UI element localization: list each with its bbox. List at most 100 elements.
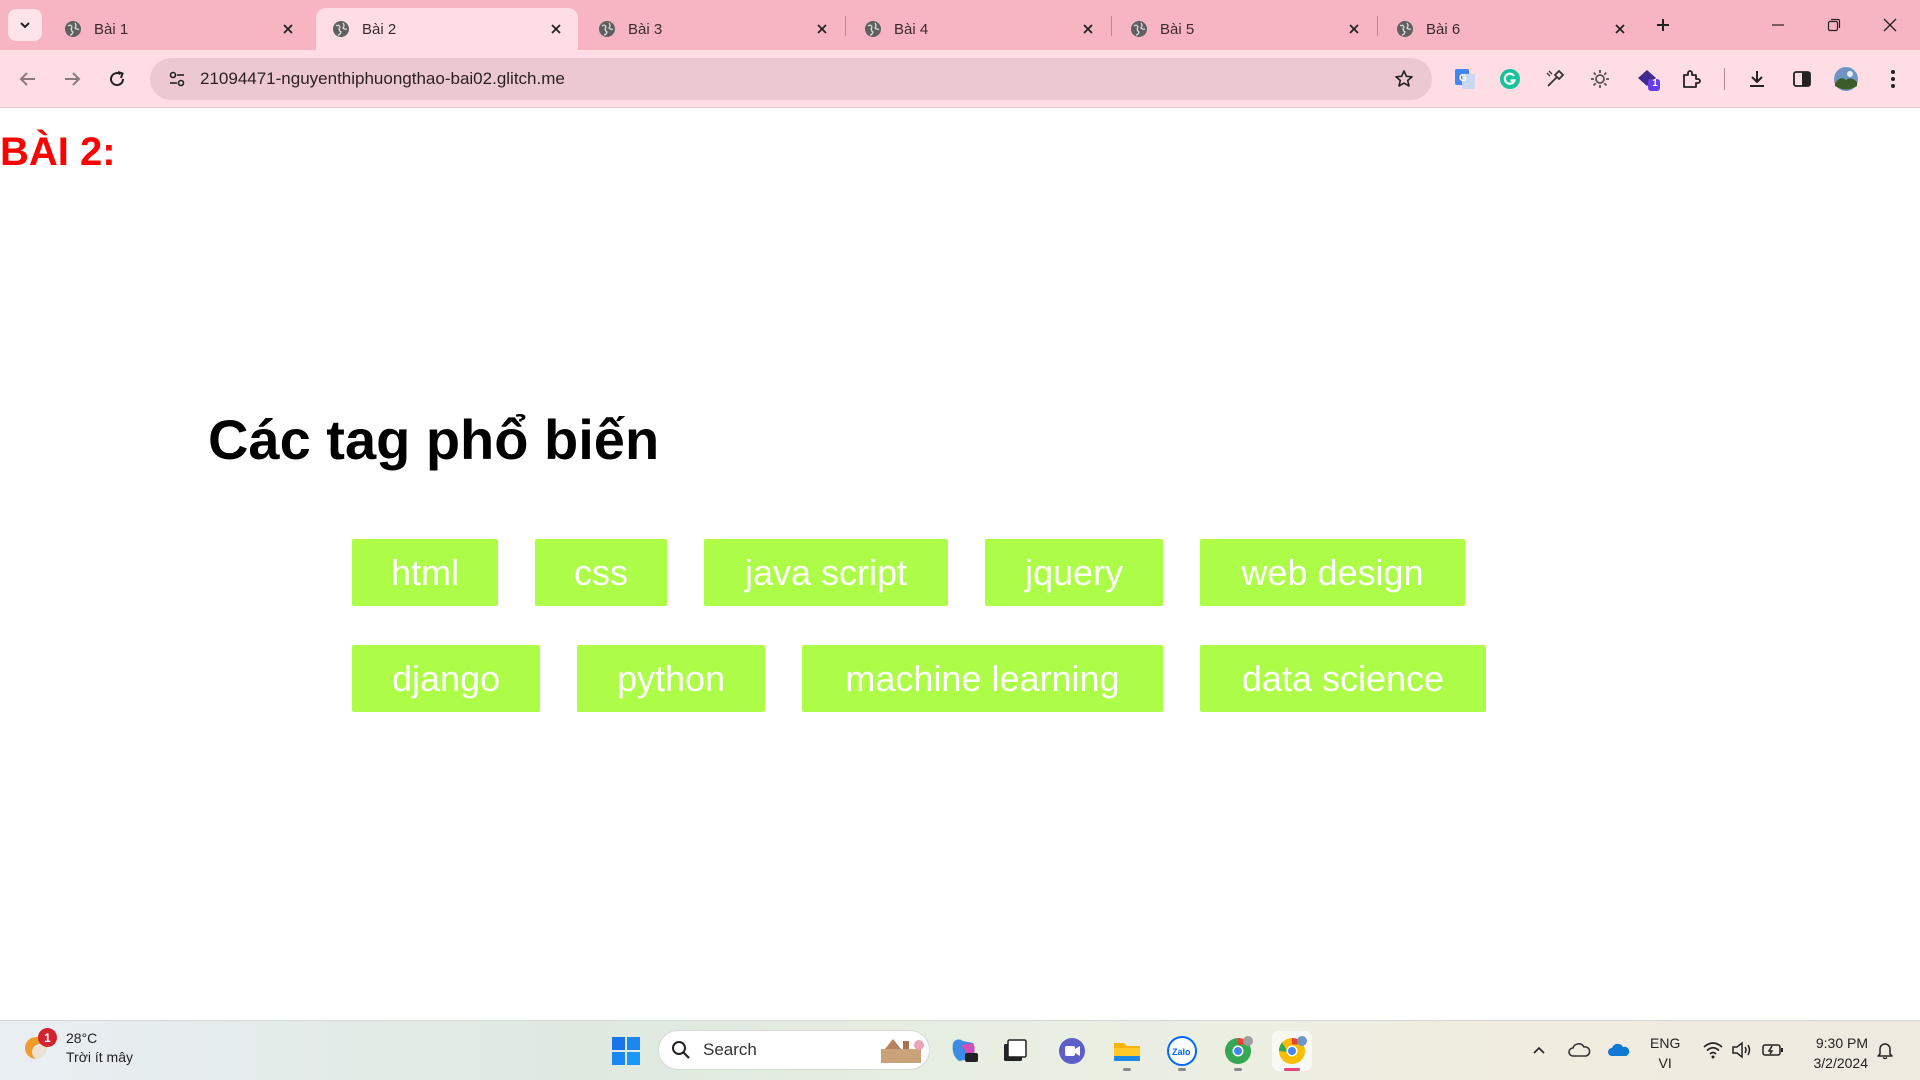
chrome-active-icon[interactable] (1272, 1031, 1312, 1071)
search-highlight-icon (881, 1039, 924, 1063)
copilot-icon[interactable] (943, 1031, 983, 1071)
site-info-icon[interactable] (156, 70, 198, 88)
grammarly-icon[interactable] (1497, 66, 1523, 92)
toolbar-separator (1724, 68, 1725, 90)
extension-gear-icon[interactable] (1587, 66, 1613, 92)
running-indicator (1234, 1068, 1242, 1071)
tab-search-button[interactable] (8, 9, 42, 41)
tab-bai-4[interactable]: Bài 4 (848, 8, 1110, 50)
tag-machine-learning[interactable]: machine learning (802, 645, 1163, 712)
close-tab-icon[interactable] (546, 19, 566, 39)
new-tab-button[interactable] (1650, 12, 1676, 38)
tag-python[interactable]: python (577, 645, 765, 712)
reload-icon (110, 71, 125, 87)
tag-jquery[interactable]: jquery (985, 539, 1163, 606)
notification-bell-icon[interactable] (1872, 1037, 1898, 1063)
forward-button[interactable] (57, 64, 87, 94)
running-indicator (1123, 1068, 1131, 1071)
globe-icon (65, 21, 81, 37)
tag-html[interactable]: html (352, 539, 498, 606)
clock-time: 9:30 PM (1815, 1035, 1868, 1051)
svg-text:Zalo: Zalo (1172, 1047, 1191, 1057)
profile-avatar[interactable] (1833, 66, 1859, 92)
globe-icon (1131, 21, 1147, 37)
globe-icon (1397, 21, 1413, 37)
arrow-left-icon (19, 72, 35, 86)
task-view-icon[interactable] (995, 1031, 1035, 1071)
reload-button[interactable] (102, 64, 132, 94)
search-placeholder: Search (703, 1040, 757, 1059)
restore-button[interactable] (1812, 8, 1856, 42)
tab-bai-5[interactable]: Bài 5 (1114, 8, 1376, 50)
language-bottom: VI (1658, 1055, 1672, 1071)
zalo-icon[interactable]: Zalo (1162, 1031, 1202, 1071)
language-indicator[interactable]: ENG VI (1650, 1033, 1680, 1073)
tab-bai-3[interactable]: Bài 3 (582, 8, 844, 50)
close-tab-icon[interactable] (278, 19, 298, 39)
tab-bai-2[interactable]: Bài 2 (316, 8, 578, 50)
search-icon (672, 1041, 690, 1059)
tab-title: Bài 4 (894, 20, 929, 38)
extension-badge-icon[interactable]: 1 (1635, 66, 1661, 92)
tab-bai-6[interactable]: Bài 6 (1380, 8, 1642, 50)
cloud-outline-icon[interactable] (1566, 1037, 1592, 1063)
weather-sun-icon: 1 (22, 1028, 57, 1065)
tag-data-science[interactable]: data science (1200, 645, 1486, 712)
tag-web-design[interactable]: web design (1200, 539, 1465, 606)
more-menu-icon[interactable] (1880, 66, 1906, 92)
tab-bai-1[interactable]: Bài 1 (48, 8, 310, 50)
file-explorer-icon[interactable] (1107, 1031, 1147, 1071)
color-picker-icon[interactable] (1542, 66, 1568, 92)
tray-chevron-up-icon[interactable] (1526, 1037, 1552, 1063)
tab-separator (845, 16, 846, 36)
restore-icon (1827, 18, 1841, 32)
arrow-right-icon (65, 72, 81, 86)
extensions-puzzle-icon[interactable] (1678, 66, 1704, 92)
weather-badge: 1 (38, 1028, 57, 1047)
browser-toolbar: 21094471-nguyenthiphuongthao-bai02.glitc… (0, 50, 1920, 108)
close-window-button[interactable] (1868, 8, 1912, 42)
tab-separator (1377, 16, 1378, 36)
volume-icon[interactable] (1729, 1037, 1755, 1063)
globe-icon (599, 21, 615, 37)
side-panel-icon[interactable] (1789, 66, 1815, 92)
back-button[interactable] (13, 64, 43, 94)
tab-title: Bài 2 (362, 20, 397, 38)
svg-text:G: G (1459, 73, 1467, 84)
tab-title: Bài 1 (94, 20, 129, 38)
onedrive-icon[interactable] (1606, 1037, 1632, 1063)
close-tab-icon[interactable] (1610, 19, 1630, 39)
globe-icon (865, 21, 881, 37)
bookmark-star-icon[interactable] (1384, 69, 1424, 89)
wifi-icon[interactable] (1700, 1037, 1726, 1063)
tab-separator (1111, 16, 1112, 36)
windows-start-button[interactable] (606, 1031, 646, 1071)
close-tab-icon[interactable] (1078, 19, 1098, 39)
download-icon[interactable] (1744, 66, 1770, 92)
minimize-button[interactable] (1756, 8, 1800, 42)
weather-desc: Trời ít mây (66, 1049, 133, 1065)
plus-icon (1657, 19, 1669, 31)
weather-temp: 28°C (66, 1030, 98, 1046)
battery-icon[interactable] (1760, 1037, 1786, 1063)
google-translate-icon[interactable]: G (1452, 66, 1478, 92)
close-tab-icon[interactable] (1344, 19, 1364, 39)
teams-meet-icon[interactable] (1052, 1031, 1092, 1071)
globe-icon (333, 21, 349, 37)
chrome-profile-icon[interactable] (1218, 1031, 1258, 1071)
address-bar[interactable]: 21094471-nguyenthiphuongthao-bai02.glitc… (150, 58, 1432, 100)
clock[interactable]: 9:30 PM 3/2/2024 (1800, 1033, 1869, 1073)
chevron-down-icon (20, 22, 30, 29)
page-heading: BÀI 2: (0, 130, 116, 174)
tag-css[interactable]: css (535, 539, 667, 606)
weather-widget[interactable]: 1 28°C Trời ít mây (22, 1028, 133, 1067)
tag-django[interactable]: django (352, 645, 540, 712)
tab-title: Bài 5 (1160, 20, 1195, 38)
url-text: 21094471-nguyenthiphuongthao-bai02.glitc… (200, 69, 565, 88)
extension-badge-count: 1 (1652, 78, 1658, 89)
taskbar-search[interactable]: Search (658, 1030, 930, 1070)
running-indicator (1178, 1068, 1186, 1071)
tag-java-script[interactable]: java script (704, 539, 948, 606)
tab-strip: Bài 1 Bài 2 Bài 3 Bài 4 Bài 5 Bài 6 (0, 0, 1920, 50)
close-tab-icon[interactable] (812, 19, 832, 39)
